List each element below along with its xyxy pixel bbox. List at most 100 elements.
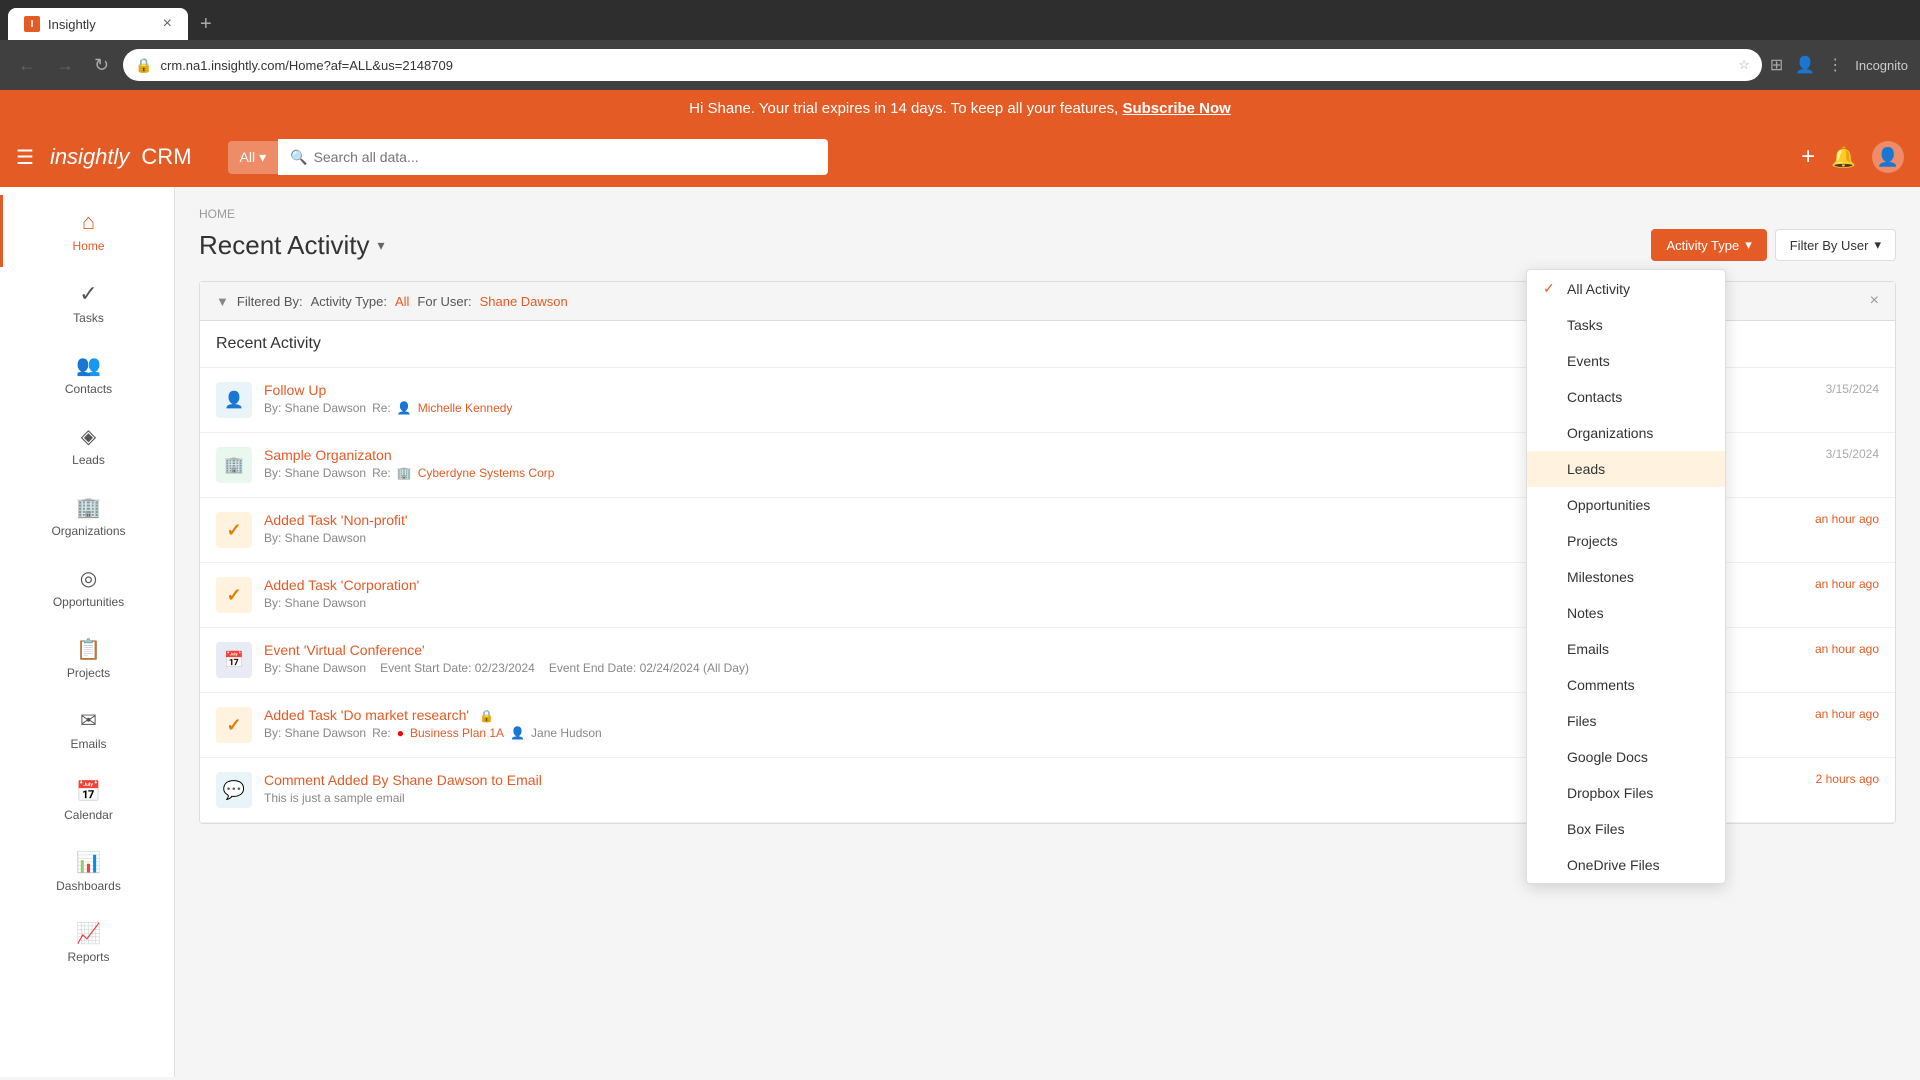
activity-title-link[interactable]: Sample Organizaton — [264, 447, 392, 463]
refresh-button[interactable]: ↻ — [88, 51, 115, 80]
activity-icon-task: ✓ — [216, 707, 252, 743]
extensions-icon[interactable]: ⊞ — [1770, 55, 1783, 75]
dropdown-item-label: Events — [1567, 353, 1610, 369]
sidebar-item-projects[interactable]: 📋 Projects — [0, 623, 174, 694]
dropdown-item-projects[interactable]: Projects — [1527, 523, 1725, 559]
calendar-icon: 📅 — [76, 779, 101, 804]
contacts-icon: 👥 — [76, 353, 101, 378]
bookmark-icon: ☆ — [1738, 57, 1750, 73]
app-header: ☰ insightly CRM All ▾ 🔍 + 🔔 👤 — [0, 127, 1920, 187]
dropdown-item-all-activity[interactable]: ✓ All Activity — [1527, 270, 1725, 307]
organizations-icon: 🏢 — [76, 495, 101, 520]
sidebar-item-reports[interactable]: 📈 Reports — [0, 907, 174, 978]
active-tab[interactable]: I Insightly × — [8, 8, 188, 40]
sidebar-item-opportunities[interactable]: ◎ Opportunities — [0, 552, 174, 623]
tasks-icon: ✓ — [79, 281, 97, 307]
dropdown-item-comments[interactable]: Comments — [1527, 667, 1725, 703]
breadcrumb: HOME — [199, 207, 1896, 221]
activity-re-link[interactable]: Cyberdyne Systems Corp — [418, 466, 555, 480]
activity-icon-event: 📅 — [216, 642, 252, 678]
dropdown-item-emails[interactable]: Emails — [1527, 631, 1725, 667]
activity-title-link[interactable]: Added Task 'Non-profit' — [264, 512, 408, 528]
dropdown-item-onedrive-files[interactable]: OneDrive Files — [1527, 847, 1725, 883]
search-all-dropdown[interactable]: All ▾ — [228, 141, 279, 174]
sidebar: ⌂ Home ✓ Tasks 👥 Contacts ◈ Leads 🏢 Orga… — [0, 187, 175, 1077]
sidebar-item-organizations[interactable]: 🏢 Organizations — [0, 481, 174, 552]
dropdown-item-events[interactable]: Events — [1527, 343, 1725, 379]
settings-icon[interactable]: ⋮ — [1827, 55, 1843, 75]
hamburger-menu-button[interactable]: ☰ — [16, 145, 34, 170]
projects-icon: 📋 — [76, 637, 101, 662]
dropdown-item-label: Dropbox Files — [1567, 785, 1653, 801]
tab-close-button[interactable]: × — [163, 15, 172, 33]
nav-bar: ← → ↻ 🔒 crm.na1.insightly.com/Home?af=AL… — [0, 40, 1920, 90]
opportunities-icon: ◎ — [80, 566, 97, 591]
add-button[interactable]: + — [1801, 143, 1815, 171]
dropdown-item-milestones[interactable]: Milestones — [1527, 559, 1725, 595]
dropdown-item-leads[interactable]: Leads — [1527, 451, 1725, 487]
leads-icon: ◈ — [81, 424, 96, 449]
user-avatar[interactable]: 👤 — [1872, 141, 1904, 173]
logo: insightly CRM — [50, 144, 192, 170]
dropdown-item-contacts[interactable]: Contacts — [1527, 379, 1725, 415]
notifications-bell-icon[interactable]: 🔔 — [1831, 145, 1856, 170]
sidebar-item-leads[interactable]: ◈ Leads — [0, 410, 174, 481]
sidebar-item-contacts[interactable]: 👥 Contacts — [0, 339, 174, 410]
dropdown-item-dropbox-files[interactable]: Dropbox Files — [1527, 775, 1725, 811]
sidebar-item-calendar[interactable]: 📅 Calendar — [0, 765, 174, 836]
activity-title-link[interactable]: Comment Added By Shane Dawson to Email — [264, 772, 542, 788]
sidebar-item-emails[interactable]: ✉ Emails — [0, 694, 174, 765]
dropdown-item-google-docs[interactable]: Google Docs — [1527, 739, 1725, 775]
filter-by-user-dropdown-arrow: ▾ — [1874, 237, 1881, 253]
sidebar-item-home[interactable]: ⌂ Home — [0, 195, 174, 267]
address-bar[interactable]: 🔒 crm.na1.insightly.com/Home?af=ALL&us=2… — [123, 49, 1762, 81]
dropdown-item-label: Notes — [1567, 605, 1604, 621]
dropdown-item-label: Emails — [1567, 641, 1609, 657]
activity-type-dropdown-arrow: ▾ — [1745, 237, 1752, 253]
new-tab-button[interactable]: + — [188, 9, 224, 40]
activity-by: By: Shane Dawson — [264, 661, 366, 675]
back-button[interactable]: ← — [12, 51, 42, 80]
activity-title-link[interactable]: Follow Up — [264, 382, 326, 398]
activity-time: 2 hours ago — [1779, 772, 1879, 786]
filter-by-user-label: Filter By User — [1790, 238, 1869, 253]
activity-title-link[interactable]: Added Task 'Do market research' — [264, 707, 469, 723]
sidebar-item-tasks-label: Tasks — [73, 311, 104, 325]
dropdown-item-label: Opportunities — [1567, 497, 1650, 513]
activity-icon-contact: 👤 — [216, 382, 252, 418]
close-filter-button[interactable]: × — [1870, 292, 1879, 310]
activity-title-link[interactable]: Added Task 'Corporation' — [264, 577, 419, 593]
event-start-date: Event Start Date: 02/23/2024 — [380, 661, 535, 675]
sidebar-item-dashboards-label: Dashboards — [56, 879, 121, 893]
activity-type-filter-key: Activity Type: — [311, 294, 387, 309]
sidebar-item-dashboards[interactable]: 📊 Dashboards — [0, 836, 174, 907]
activity-icon-task: ✓ — [216, 577, 252, 613]
dropdown-item-tasks[interactable]: Tasks — [1527, 307, 1725, 343]
page-title-dropdown-arrow[interactable]: ▾ — [378, 237, 385, 254]
logo-text: insightly — [50, 144, 129, 170]
subscribe-link[interactable]: Subscribe Now — [1122, 100, 1230, 117]
dropdown-item-files[interactable]: Files — [1527, 703, 1725, 739]
activity-type-button[interactable]: Activity Type ▾ — [1651, 229, 1766, 261]
profile-icon[interactable]: 👤 — [1795, 55, 1815, 75]
dropdown-item-notes[interactable]: Notes — [1527, 595, 1725, 631]
search-input[interactable] — [314, 149, 816, 165]
dropdown-item-organizations[interactable]: Organizations — [1527, 415, 1725, 451]
forward-button[interactable]: → — [50, 51, 80, 80]
dropdown-item-label: Tasks — [1567, 317, 1603, 333]
dropdown-item-box-files[interactable]: Box Files — [1527, 811, 1725, 847]
home-icon: ⌂ — [82, 209, 95, 235]
activity-by: By: Shane Dawson — [264, 401, 366, 415]
for-user-value: Shane Dawson — [480, 294, 568, 309]
activity-title-link[interactable]: Event 'Virtual Conference' — [264, 642, 425, 658]
dropdown-item-opportunities[interactable]: Opportunities — [1527, 487, 1725, 523]
sidebar-item-tasks[interactable]: ✓ Tasks — [0, 267, 174, 339]
header-icons: + 🔔 👤 — [1801, 141, 1904, 173]
filter-by-user-button[interactable]: Filter By User ▾ — [1775, 229, 1896, 261]
event-end-date: Event End Date: 02/24/2024 (All Day) — [549, 661, 749, 675]
activity-re-link[interactable]: Michelle Kennedy — [418, 401, 513, 415]
activity-re-link[interactable]: Business Plan 1A — [410, 726, 504, 740]
tab-title: Insightly — [48, 17, 96, 32]
trial-banner: Hi Shane. Your trial expires in 14 days.… — [0, 90, 1920, 127]
dropdown-item-label: Comments — [1567, 677, 1635, 693]
